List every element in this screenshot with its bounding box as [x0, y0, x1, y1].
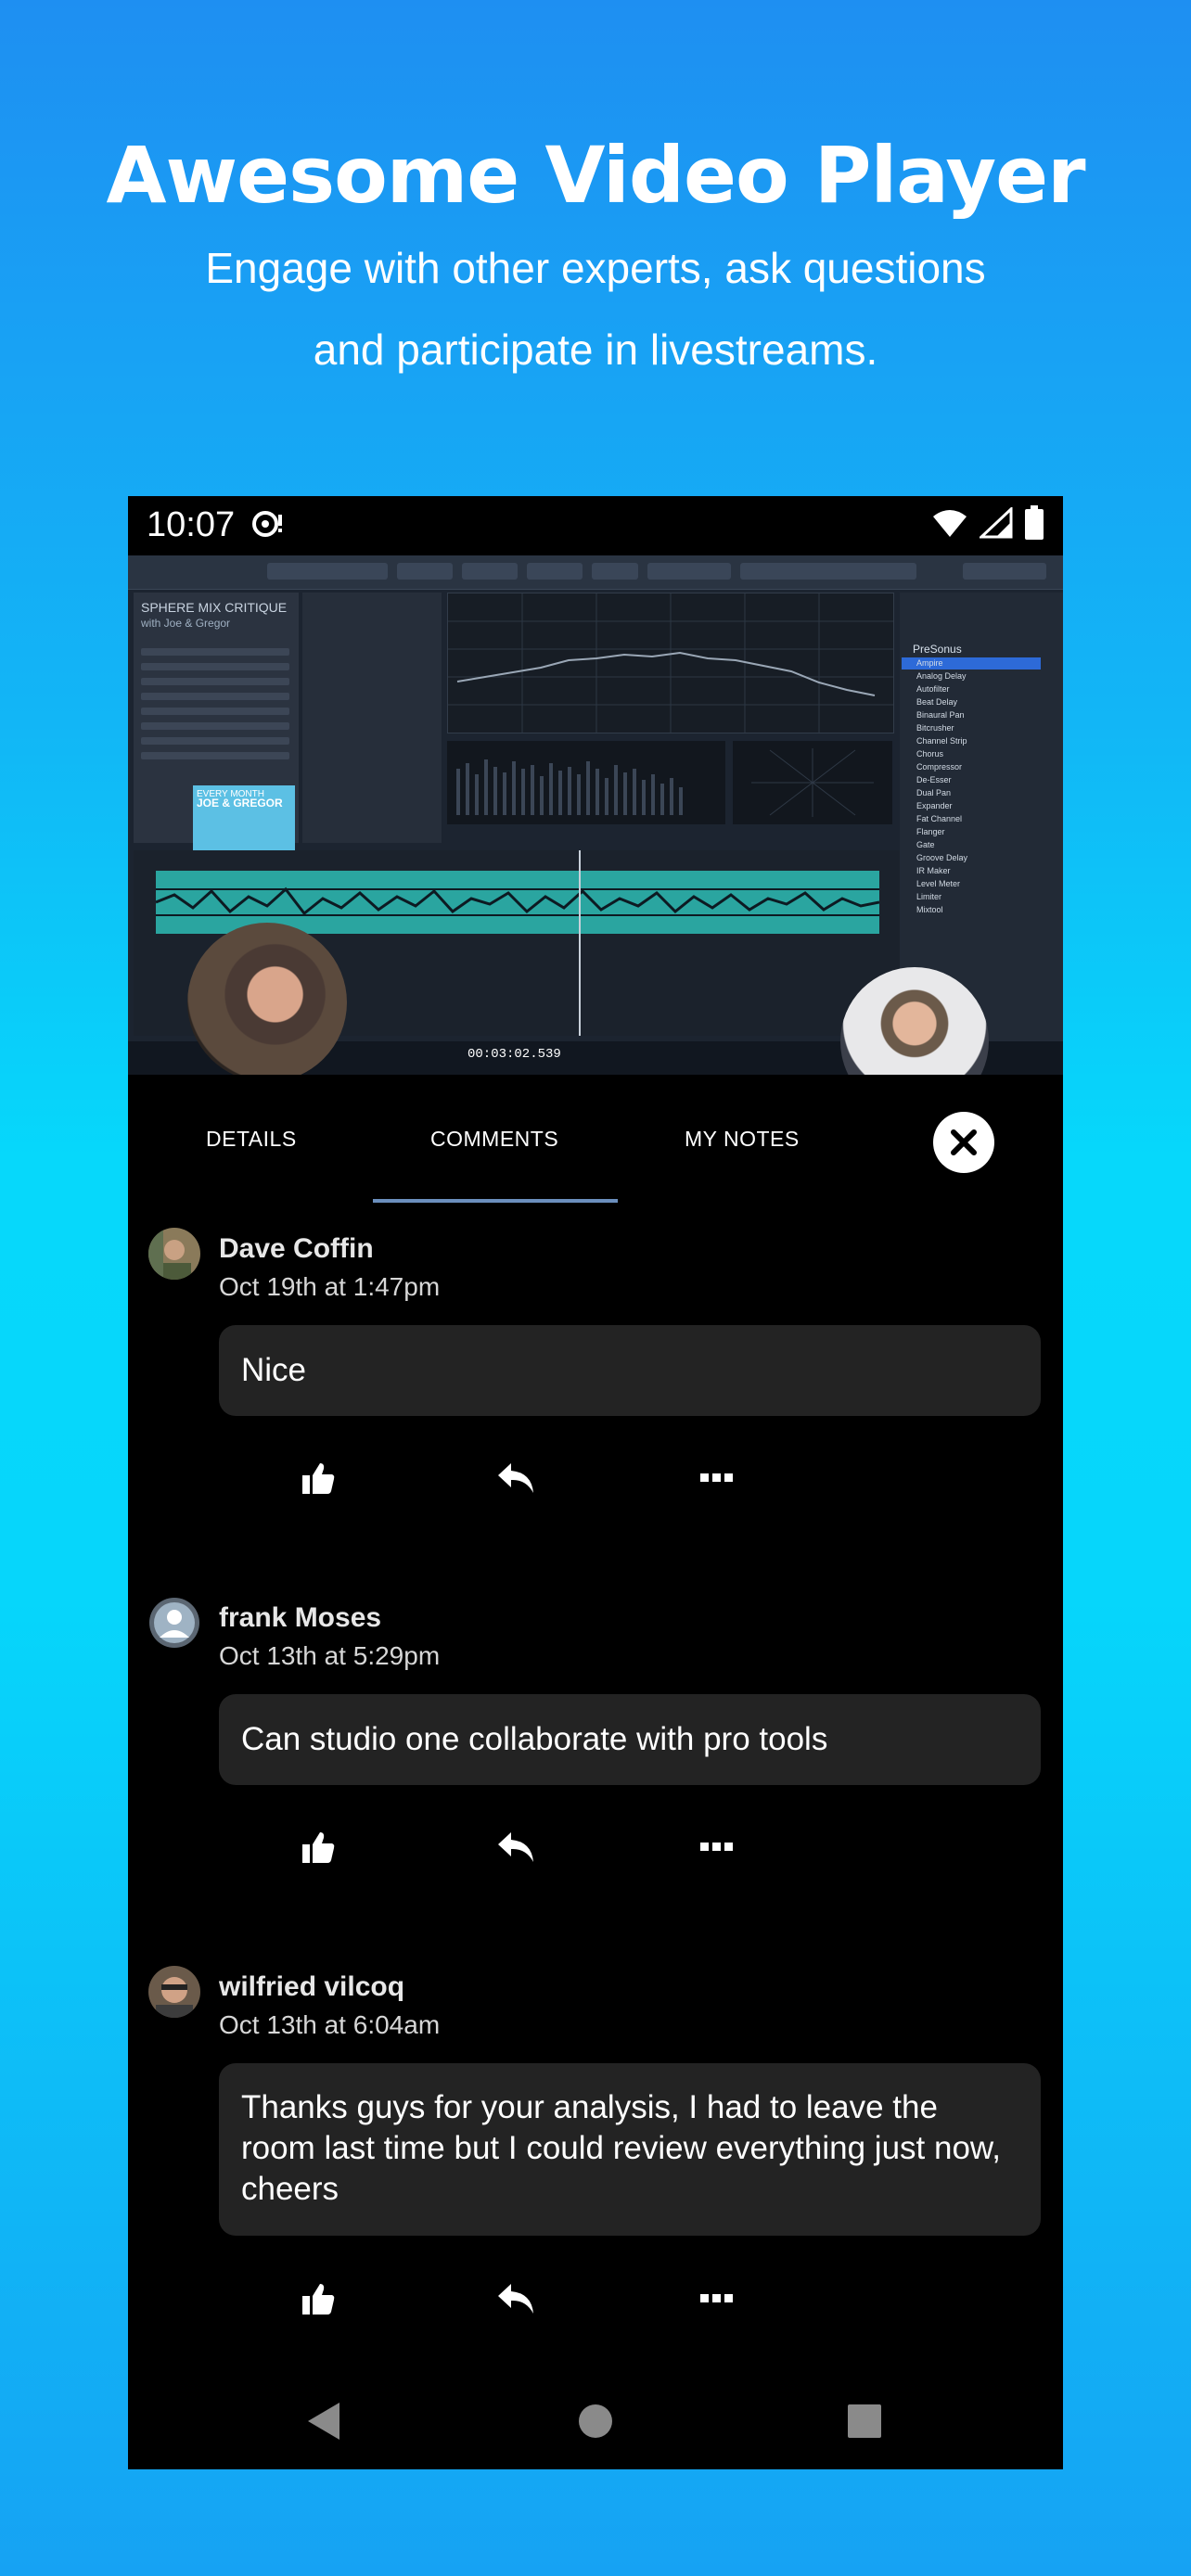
comment-author: wilfried vilcoq — [219, 1971, 405, 2002]
promo-subline-2: and participate in livestreams. — [313, 325, 878, 374]
plugin-item: Groove Delay — [916, 853, 968, 862]
plugin-item: Channel Strip — [916, 736, 967, 746]
plugin-item: Bitcrusher — [916, 723, 954, 733]
song-info-panel: SPHERE MIX CRITIQUE with Joe & Gregor EV… — [134, 593, 299, 878]
transport-time: 00:03:02.539 — [467, 1047, 561, 1062]
like-button[interactable] — [295, 1824, 341, 1870]
nav-home-button[interactable] — [568, 2393, 623, 2449]
tab-my-notes[interactable]: MY NOTES — [685, 1127, 800, 1152]
vector-scope — [733, 741, 892, 824]
close-icon — [951, 1129, 977, 1155]
session-title: SPHERE MIX CRITIQUE — [141, 600, 288, 615]
android-nav-bar — [128, 2373, 1063, 2469]
signal-icon — [978, 505, 1013, 543]
plugin-item: Gate — [916, 840, 935, 849]
plugin-item: Binaural Pan — [916, 710, 965, 720]
plugin-item: Chorus — [916, 749, 944, 759]
like-button[interactable] — [295, 2276, 341, 2322]
plugin-item: Mixtool — [916, 905, 943, 914]
ellipsis-icon — [700, 2294, 733, 2302]
reply-icon — [498, 2284, 533, 2314]
comment-author: frank Moses — [219, 1602, 382, 1633]
status-bar: 10:07 — [128, 496, 1063, 555]
comment-date: Oct 13th at 6:04am — [219, 2010, 441, 2039]
reply-icon — [498, 1463, 533, 1493]
phone-screen: 10:07 SPHERE MIX CRITIQUE with Joe & Gre… — [128, 496, 1063, 2469]
promo-subline-1: Engage with other experts, ask questions — [205, 244, 986, 292]
plugin-item: Fat Channel — [916, 814, 963, 823]
plugin-item: Compressor — [916, 762, 963, 772]
comment-actions — [128, 2276, 1063, 2322]
reply-button[interactable] — [493, 1824, 540, 1870]
level-meter — [447, 741, 725, 824]
comment-actions — [128, 1455, 1063, 1501]
cover-title: JOE & GREGOR — [197, 797, 283, 810]
comment-text: Thanks guys for your analysis, I had to … — [241, 2089, 1001, 2207]
battery-icon — [1024, 505, 1044, 545]
recents-square-icon — [848, 2404, 881, 2438]
back-triangle-icon — [308, 2403, 339, 2440]
video-player[interactable]: SPHERE MIX CRITIQUE with Joe & Gregor EV… — [128, 555, 1063, 1075]
comment-text: Nice — [241, 1352, 307, 1388]
active-tab-indicator — [373, 1199, 618, 1203]
more-options-button[interactable] — [694, 2276, 740, 2322]
plugin-item: Beat Delay — [916, 697, 958, 707]
more-options-button[interactable] — [694, 1455, 740, 1501]
thumbs-up-icon — [302, 2284, 335, 2315]
comment-bubble: Nice — [219, 1325, 1041, 1416]
avatar[interactable] — [148, 1966, 200, 2018]
daw-toolbar — [128, 555, 1063, 590]
nav-recents-button[interactable] — [837, 2393, 892, 2449]
cast-icon — [250, 507, 286, 545]
plugin-item: Expander — [916, 801, 953, 810]
comment-actions — [128, 1824, 1063, 1870]
plugin-item: IR Maker — [916, 866, 951, 875]
plugin-item: Autofilter — [916, 684, 950, 694]
reply-button[interactable] — [493, 2276, 540, 2322]
ellipsis-icon — [700, 1843, 733, 1851]
thumbs-up-icon — [302, 1832, 335, 1863]
plugin-item: Ampire — [916, 658, 943, 668]
session-subtitle: with Joe & Gregor — [141, 617, 231, 630]
reply-button[interactable] — [493, 1455, 540, 1501]
plugin-item: Analog Delay — [916, 671, 967, 681]
tab-bar: DETAILS COMMENTS MY NOTES — [128, 1075, 1063, 1203]
more-options-button[interactable] — [694, 1824, 740, 1870]
plugin-item: Level Meter — [916, 879, 961, 888]
tab-comments[interactable]: COMMENTS — [430, 1127, 558, 1152]
avatar[interactable] — [148, 1228, 200, 1280]
comment-date: Oct 13th at 5:29pm — [219, 1641, 441, 1670]
home-circle-icon — [579, 2404, 612, 2438]
wifi-icon — [931, 507, 968, 543]
host-webcam-1 — [187, 923, 347, 1075]
plugin-header: PreSonus — [913, 643, 962, 656]
comment-author: Dave Coffin — [219, 1233, 374, 1264]
plugin-item: Dual Pan — [916, 788, 952, 797]
reply-icon — [498, 1832, 533, 1862]
status-time: 10:07 — [147, 505, 236, 544]
plugin-item: Limiter — [916, 892, 942, 901]
close-button[interactable] — [933, 1112, 994, 1173]
comment-text: Can studio one collaborate with pro tool… — [241, 1721, 828, 1757]
comment-date: Oct 19th at 1:47pm — [219, 1272, 441, 1301]
channel-panel — [302, 593, 442, 843]
nav-back-button[interactable] — [297, 2393, 352, 2449]
plugin-item: Flanger — [916, 827, 945, 836]
plugin-item: De-Esser — [916, 775, 952, 784]
promo-headline: Awesome Video Player — [106, 130, 1085, 221]
avatar[interactable] — [148, 1597, 200, 1649]
eq-graph — [447, 593, 894, 733]
thumbs-up-icon — [302, 1463, 335, 1494]
like-button[interactable] — [295, 1455, 341, 1501]
tab-details[interactable]: DETAILS — [206, 1127, 297, 1152]
comment-bubble: Thanks guys for your analysis, I had to … — [219, 2063, 1041, 2236]
comment-bubble: Can studio one collaborate with pro tool… — [219, 1694, 1041, 1785]
ellipsis-icon — [700, 1473, 733, 1482]
